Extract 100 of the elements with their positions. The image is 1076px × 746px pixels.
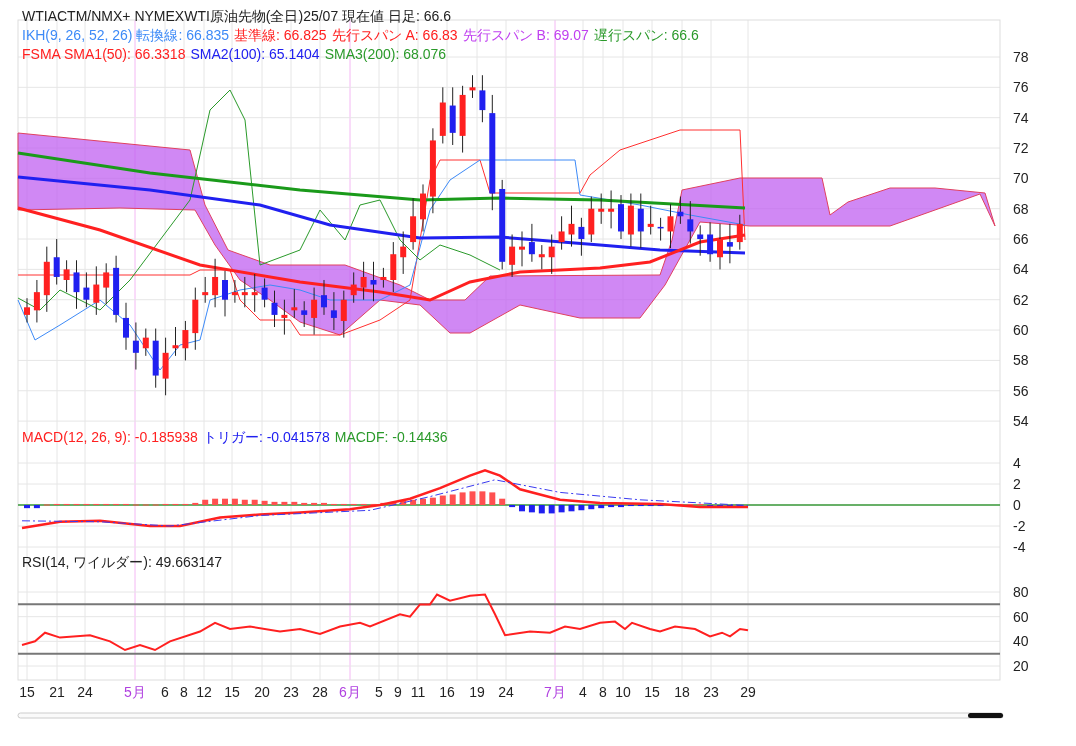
candle <box>717 223 723 270</box>
date-label: 28 <box>312 684 328 700</box>
date-label: 29 <box>740 684 756 700</box>
histogram-bar <box>410 499 417 505</box>
histogram-bar <box>499 498 506 505</box>
candle <box>53 238 60 286</box>
date-label: 8 <box>180 684 188 700</box>
histogram-bar <box>33 505 40 509</box>
candle <box>43 246 50 313</box>
candle <box>182 320 189 361</box>
indicator-legend: MACD(12, 26, 9): -0.185938 <box>22 428 198 446</box>
indicator-legend: RSI(14, ワイルダー): 49.663147 <box>22 553 222 571</box>
candle <box>667 203 674 249</box>
candle <box>637 193 644 249</box>
candle <box>509 234 516 278</box>
histogram-bar <box>420 498 426 505</box>
candle <box>271 290 278 328</box>
candle <box>420 183 426 232</box>
histogram-bar <box>202 499 209 505</box>
histogram-bar <box>568 505 575 512</box>
macd-axis-label: -4 <box>1013 539 1026 555</box>
scrollbar-thumb[interactable] <box>968 713 1003 718</box>
rsi-axis-label: 20 <box>1013 658 1029 674</box>
candle <box>578 217 585 257</box>
candle <box>439 86 446 144</box>
price-axis-label: 76 <box>1013 79 1029 96</box>
candle <box>301 300 308 328</box>
candle <box>519 230 525 267</box>
histogram-bar <box>439 495 446 505</box>
candle <box>291 288 298 319</box>
price-axis-label: 60 <box>1013 322 1029 339</box>
price-axis-label: 74 <box>1013 109 1029 126</box>
candle <box>469 74 476 99</box>
candle <box>340 290 347 339</box>
indicator-legend: FSMA SMA1(50): 66.3318 <box>22 45 186 63</box>
indicator-legend: 基準線: 66.825 <box>234 26 327 44</box>
candle <box>33 279 40 323</box>
candle <box>63 259 70 293</box>
date-label: 20 <box>254 684 270 700</box>
date-label: 23 <box>703 684 719 700</box>
histogram-bar <box>519 505 525 512</box>
price-axis-label: 66 <box>1013 231 1029 248</box>
histogram-bar <box>469 491 476 505</box>
histogram-bar <box>301 502 308 505</box>
candle <box>410 197 417 251</box>
candle <box>687 200 694 245</box>
candle <box>152 328 159 389</box>
price-axis-label: 64 <box>1013 261 1029 278</box>
macd-axis-label: -2 <box>1013 518 1026 534</box>
price-axis-label: 54 <box>1013 413 1029 430</box>
candle <box>726 223 733 264</box>
macd-axis-label: 4 <box>1013 455 1021 471</box>
candle <box>380 267 387 289</box>
histogram-bar <box>192 502 199 505</box>
candle <box>192 287 199 351</box>
candle <box>390 241 397 293</box>
candle <box>449 86 456 146</box>
date-label: 4 <box>579 684 587 700</box>
candle <box>241 276 248 308</box>
candle <box>123 302 129 351</box>
date-label: 24 <box>77 684 93 700</box>
candle <box>697 224 704 257</box>
price-axis-label: 70 <box>1013 170 1029 187</box>
candle <box>231 279 238 304</box>
candle <box>707 221 714 263</box>
rsi-axis-label: 60 <box>1013 608 1029 625</box>
candle <box>360 261 367 301</box>
indicator-legend: SMA2(100): 65.1404 <box>190 45 320 63</box>
candle <box>588 196 595 243</box>
histogram-bar <box>271 501 278 505</box>
indicator-legend: IKH(9, 26, 52, 26) 転換線: 66.835 <box>22 26 229 44</box>
candle <box>311 287 318 336</box>
histogram-bar <box>24 505 30 509</box>
histogram-bar <box>400 500 407 505</box>
histogram-bar <box>598 505 605 509</box>
date-label: 8 <box>599 684 607 700</box>
month-label: 7月 <box>544 684 566 700</box>
histogram-bar <box>281 501 288 505</box>
candle <box>568 205 575 248</box>
candle <box>657 217 664 242</box>
price-axis-label: 56 <box>1013 382 1029 399</box>
date-label: 6 <box>161 684 169 700</box>
date-label: 15 <box>644 684 660 700</box>
histogram-bar <box>509 505 516 508</box>
date-label: 5 <box>375 684 383 700</box>
candle <box>83 271 90 308</box>
candle <box>142 328 149 357</box>
histogram-bar <box>558 505 565 513</box>
histogram-bar <box>459 492 466 505</box>
date-label: 11 <box>410 684 426 700</box>
date-label: 16 <box>439 684 455 700</box>
histogram-bar <box>222 498 228 505</box>
histogram-bar <box>390 501 397 505</box>
candle <box>172 326 179 357</box>
indicator-legend: 遅行スパン: 66.6 <box>593 26 699 44</box>
candle <box>103 262 110 305</box>
month-label: 5月 <box>124 684 146 700</box>
candle <box>459 85 466 154</box>
candle <box>222 270 228 317</box>
indicator-legend: 先行スパン A: 66.83 <box>331 26 458 44</box>
